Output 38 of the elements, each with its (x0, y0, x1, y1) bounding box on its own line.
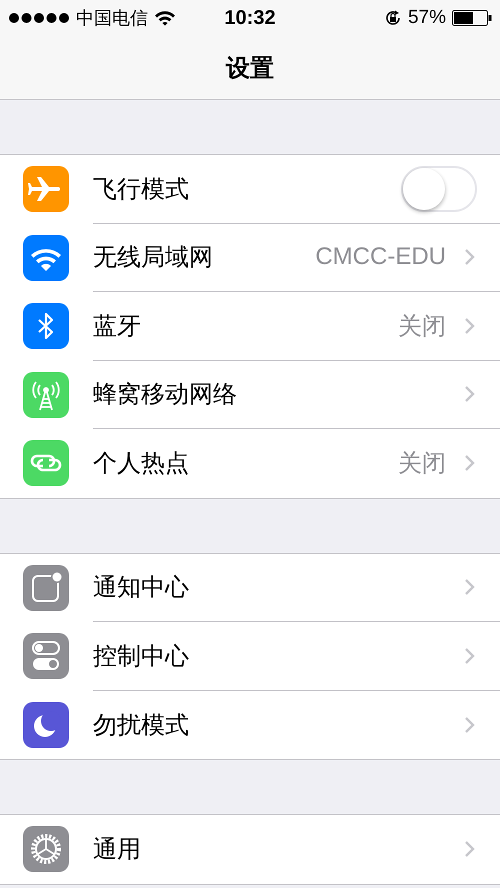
page-title: 设置 (226, 54, 274, 84)
chevron-icon (464, 385, 475, 404)
carrier-name: 中国电信 (76, 7, 148, 30)
settings-row[interactable]: 通用 (0, 815, 500, 884)
chevron-icon (464, 316, 475, 335)
chevron-icon (464, 454, 475, 472)
rotation-lock-icon (384, 9, 402, 27)
chevron-icon (464, 716, 475, 734)
row-label: 无线局域网 (93, 243, 214, 274)
row-label: 控制中心 (93, 642, 190, 672)
battery-icon (452, 10, 492, 26)
settings-row[interactable]: 通知中心 (0, 554, 500, 622)
settings-row[interactable]: 控制中心 (0, 622, 500, 690)
chevron-icon (464, 578, 475, 596)
row-value: CMCC-EDU (315, 243, 446, 272)
settings-row[interactable]: 个人热点 关闭 (0, 429, 500, 498)
row-label: 通用 (93, 835, 142, 866)
signal-icon (8, 12, 70, 24)
settings-row[interactable]: 飞行模式 (0, 155, 500, 224)
toggle-switch[interactable] (401, 166, 477, 212)
settings-row[interactable]: 蓝牙 关闭 (0, 292, 500, 360)
chevron-icon (464, 646, 475, 665)
row-value: 关闭 (398, 449, 446, 480)
row-label: 蓝牙 (93, 312, 142, 342)
row-label: 个人热点 (93, 449, 190, 480)
row-label: 蜂窝移动网络 (93, 380, 238, 410)
settings-row[interactable]: 蜂窝移动网络 (0, 360, 500, 429)
row-label: 勿扰模式 (93, 710, 190, 741)
status-time: 10:32 (224, 6, 276, 30)
row-value: 关闭 (398, 312, 446, 342)
chevron-icon (464, 840, 475, 858)
row-label: 通知中心 (93, 573, 190, 604)
row-label: 飞行模式 (93, 174, 190, 205)
chevron-icon (464, 248, 475, 266)
battery-percentage: 57% (408, 7, 446, 29)
settings-row[interactable]: 无线局域网 CMCC-EDU (0, 224, 500, 292)
settings-row[interactable]: 勿扰模式 (0, 690, 500, 759)
wifi-icon (154, 10, 176, 26)
